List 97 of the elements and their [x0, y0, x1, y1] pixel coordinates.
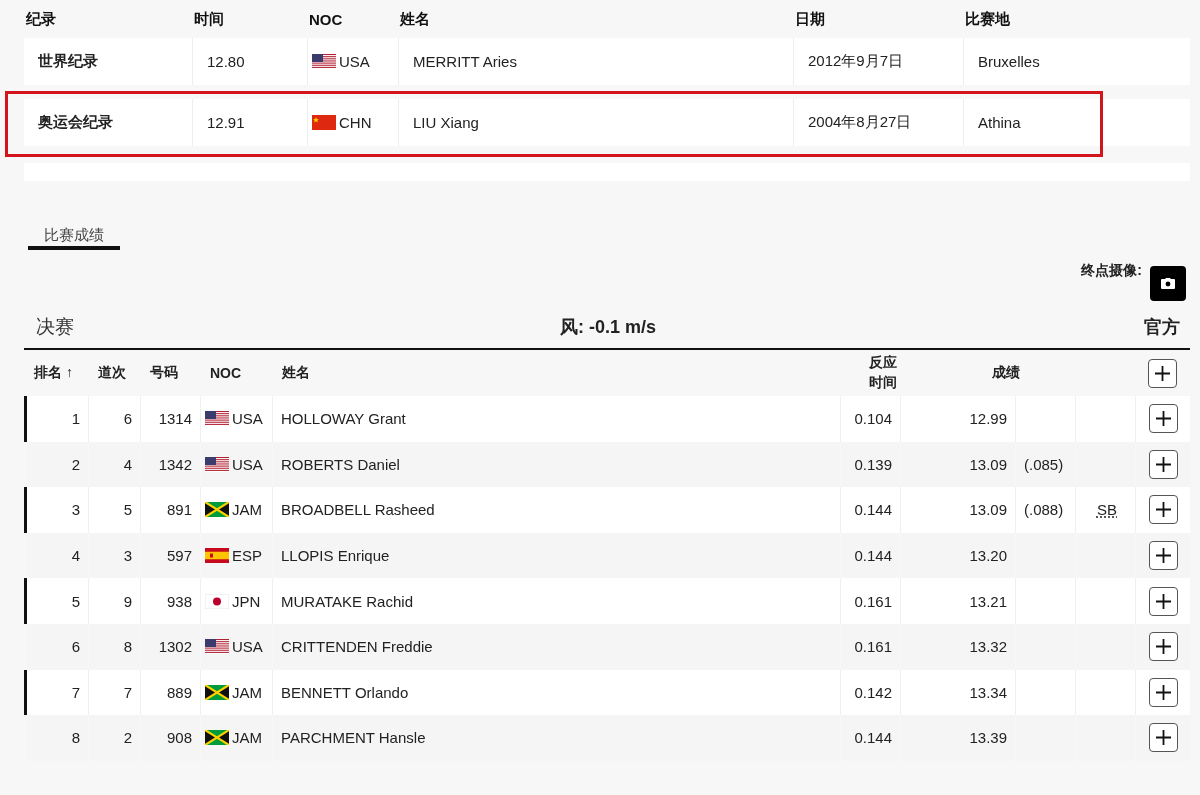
table-cell: 908 — [140, 715, 200, 761]
plus-icon — [1155, 456, 1171, 472]
flag-icon — [205, 639, 229, 655]
column-header: 日期 — [794, 9, 826, 29]
expand-button[interactable] — [1148, 404, 1178, 434]
table-cell: 0.144 — [840, 487, 900, 533]
table-cell: 2004年8月27日 — [793, 99, 963, 146]
country-code: USA — [232, 410, 263, 428]
table-cell: MERRITT Aries — [398, 38, 793, 85]
heat-title: 决赛 — [36, 315, 75, 339]
column-header: 比赛地 — [964, 9, 1011, 29]
plus-icon — [1155, 639, 1171, 655]
table-cell: 8 — [24, 715, 88, 761]
table-cell: Bruxelles — [963, 38, 1190, 85]
plus-icon — [1155, 593, 1171, 609]
table-cell: 891 — [140, 487, 200, 533]
table-cell: 13.09 — [900, 487, 1015, 533]
column-header: 姓名 — [281, 364, 311, 382]
tab[interactable]: 比赛成绩 — [28, 225, 120, 250]
plus-icon — [1155, 411, 1171, 427]
table-cell: 1314 — [140, 396, 200, 442]
table-cell: BROADBELL Rasheed — [272, 487, 840, 533]
flag-icon — [205, 502, 229, 518]
wind-reading: 风: -0.1 m/s — [560, 316, 656, 339]
table-cell: 9 — [88, 578, 140, 624]
table-cell: CRITTENDEN Freddie — [272, 623, 840, 670]
plus-icon — [1155, 365, 1170, 381]
country-code: ESP — [232, 547, 262, 565]
expand-button[interactable] — [1148, 632, 1178, 662]
country-code: JPN — [232, 592, 261, 610]
record-abbreviation: SB — [1097, 501, 1117, 519]
table-cell: 1302 — [140, 623, 200, 670]
table-cell: 0.161 — [840, 578, 900, 624]
time-difference: (.085) — [1024, 455, 1064, 473]
camera-button[interactable] — [1150, 265, 1186, 301]
column-header: NOC — [308, 10, 344, 28]
column-header: NOC — [209, 365, 243, 381]
table-cell: 13.21 — [900, 578, 1015, 624]
column-header: 号码 — [149, 364, 179, 382]
expand-button[interactable] — [1148, 449, 1178, 479]
expand-button[interactable] — [1148, 677, 1178, 707]
flag-icon — [205, 730, 229, 746]
time-difference: (.088) — [1024, 501, 1064, 519]
camera-icon — [1161, 277, 1175, 289]
flag-icon — [312, 54, 336, 69]
table-cell: 2012年9月7日 — [793, 38, 963, 85]
table-cell: 8 — [88, 623, 140, 670]
column-header: 排名 ↑ — [33, 364, 74, 382]
table-cell: Athina — [963, 99, 1190, 146]
country-code: USA — [339, 53, 370, 70]
expand-all-button[interactable] — [1148, 358, 1177, 388]
table-cell: 938 — [140, 578, 200, 624]
table-cell: HOLLOWAY Grant — [272, 396, 840, 442]
country-code: JAM — [232, 729, 262, 747]
table-cell: 13.32 — [900, 623, 1015, 670]
table-cell: 12.80 — [192, 38, 307, 85]
plus-icon — [1155, 684, 1171, 700]
table-cell: 12.91 — [192, 99, 307, 146]
flag-icon — [312, 115, 336, 130]
plus-icon — [1155, 502, 1171, 518]
flag-icon — [205, 593, 229, 609]
table-cell: LIU Xiang — [398, 99, 793, 146]
table-cell: MURATAKE Rachid — [272, 578, 840, 624]
flag-icon — [205, 411, 229, 427]
column-header: 反应时间 — [867, 353, 898, 392]
country-code: JAM — [232, 501, 262, 519]
table-cell: 12.99 — [900, 396, 1015, 442]
flag-icon — [205, 684, 229, 700]
country-code: CHN — [339, 114, 372, 131]
photo-finish-label: 终点摄像: — [1081, 262, 1142, 280]
column-header: 道次 — [97, 364, 127, 382]
plus-icon — [1155, 548, 1171, 564]
table-cell: 13.39 — [900, 715, 1015, 761]
table-cell: 2 — [88, 715, 140, 761]
table-cell: 5 — [88, 487, 140, 533]
plus-icon — [1155, 730, 1171, 746]
expand-button[interactable] — [1148, 495, 1178, 525]
expand-button[interactable] — [1148, 586, 1178, 616]
table-cell: 6 — [88, 396, 140, 442]
table-cell: 奥运会纪录 — [24, 99, 192, 146]
column-header: 姓名 — [399, 9, 431, 29]
country-code: USA — [232, 638, 263, 656]
expand-button[interactable] — [1148, 541, 1178, 571]
column-header: 纪录 — [25, 9, 57, 29]
country-code: JAM — [232, 683, 262, 701]
table-cell: 0.144 — [840, 715, 900, 761]
result-status: 官方 — [1144, 316, 1180, 339]
table-cell: 0.104 — [840, 396, 900, 442]
column-header: 时间 — [193, 9, 225, 29]
flag-icon — [205, 548, 229, 564]
table-cell: PARCHMENT Hansle — [272, 715, 840, 761]
country-code: USA — [232, 455, 263, 473]
table-cell: 0.161 — [840, 623, 900, 670]
table-cell: 世界纪录 — [24, 38, 192, 85]
expand-button[interactable] — [1148, 723, 1178, 753]
flag-icon — [205, 456, 229, 472]
column-header: 成绩 — [991, 364, 1020, 382]
